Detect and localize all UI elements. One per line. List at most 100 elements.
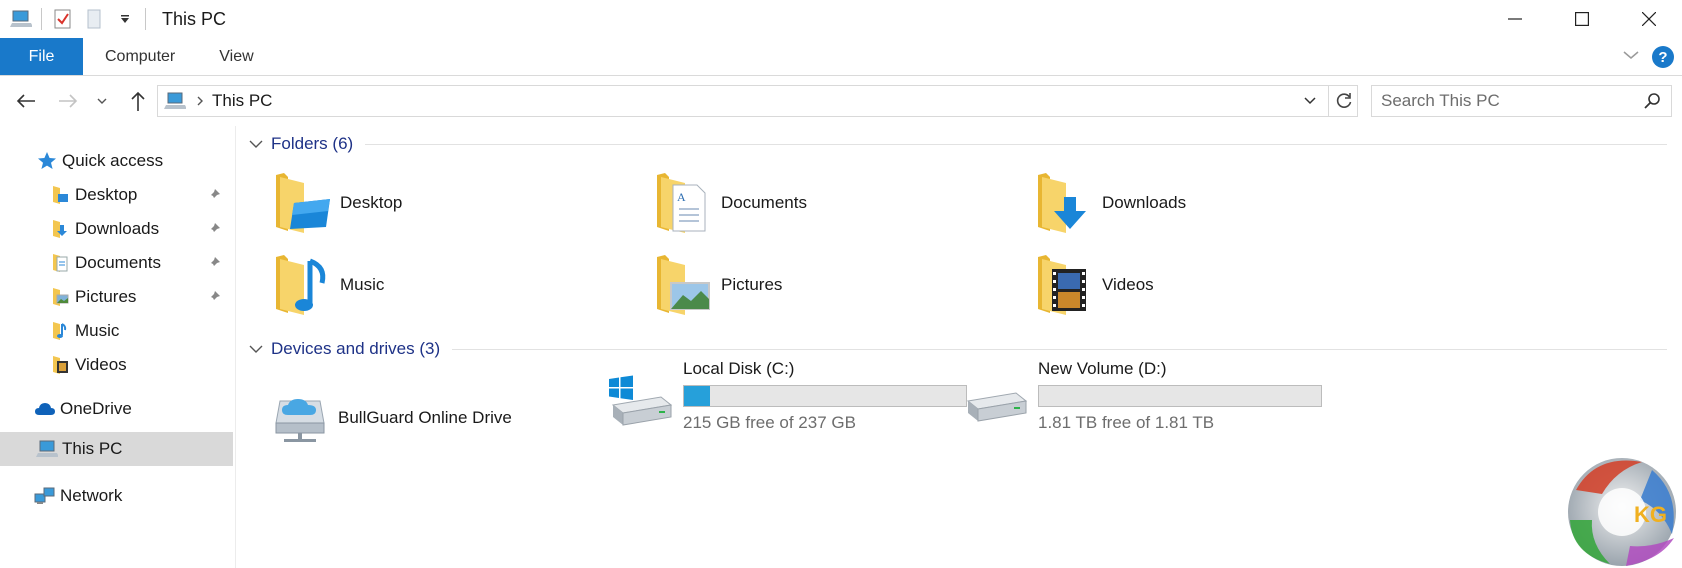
pictures-folder-icon [655,253,711,317]
drive-new-volume-d[interactable]: New Volume (D:) 1.81 TB free of 1.81 TB [962,359,1322,449]
customize-dropdown-icon[interactable] [114,8,136,30]
desktop-folder-icon [274,171,330,235]
drive-info: New Volume (D:) 1.81 TB free of 1.81 TB [1038,359,1322,433]
downloads-folder-icon [49,218,71,240]
pin-icon[interactable] [207,255,221,275]
toolbar-separator [145,8,146,30]
folder-pictures[interactable]: Pictures [655,250,782,320]
windows-drive-icon [607,375,673,439]
drive-bullguard[interactable]: BullGuard Online Drive [272,391,512,445]
tab-file[interactable]: File [0,38,83,75]
folder-label: Music [340,275,385,294]
nav-this-pc[interactable]: This PC [0,432,233,466]
nav-label: Music [75,321,120,340]
content-pane: Folders (6) Desktop A Documents Download… [237,126,1682,568]
close-button[interactable] [1615,0,1682,38]
expand-ribbon-button[interactable] [1622,48,1640,66]
nav-label: Downloads [75,219,160,238]
minimize-button[interactable] [1481,0,1548,38]
refresh-icon [1336,93,1351,108]
downloads-folder-icon [1036,171,1092,235]
ribbon-right-controls: ? [1622,38,1682,76]
search-box[interactable] [1371,85,1672,117]
documents-folder-icon [49,252,71,274]
up-button[interactable] [125,88,151,114]
folder-downloads[interactable]: Downloads [1036,168,1186,238]
search-input[interactable] [1381,91,1631,111]
address-row: This PC [0,76,1682,126]
nav-network[interactable]: Network [0,478,233,514]
chevron-right-icon[interactable] [196,95,204,107]
tab-view[interactable]: View [197,38,275,75]
back-button[interactable] [13,88,39,114]
folder-music[interactable]: Music [274,250,384,320]
nav-item-pictures[interactable]: Pictures [0,279,233,315]
chevron-down-icon [249,140,263,148]
nav-item-videos[interactable]: Videos [0,347,233,383]
close-icon [1641,12,1656,26]
drive-free-space: 1.81 TB free of 1.81 TB [1038,413,1215,432]
cloud-icon [34,398,56,420]
forward-button[interactable] [55,88,81,114]
drive-usage-bar [1038,385,1322,407]
group-title: Folders (6) [271,134,354,153]
drive-usage-fill [684,386,711,406]
svg-text:A: A [677,190,686,204]
address-path[interactable]: This PC [212,91,272,111]
pin-icon[interactable] [207,221,221,241]
drive-local-disk-c[interactable]: Local Disk (C:) 215 GB free of 237 GB [607,359,967,439]
quick-access-toolbar [0,0,156,38]
arrow-right-icon [59,94,78,108]
drive-label: New Volume (D:) [1038,359,1167,378]
nav-label: This PC [62,439,123,458]
hard-drive-icon [962,385,1028,449]
properties-checkmark-icon[interactable] [52,8,74,30]
folder-label: Downloads [1102,193,1187,212]
nav-item-music[interactable]: Music [0,313,233,349]
pin-icon[interactable] [207,289,221,309]
folder-documents[interactable]: A Documents [655,168,807,238]
chevron-down-icon [249,345,263,353]
new-folder-icon[interactable] [83,8,105,30]
videos-folder-icon [1036,253,1092,317]
nav-item-documents[interactable]: Documents [0,245,233,281]
folder-label: Videos [1102,275,1154,294]
maximize-button[interactable] [1548,0,1615,38]
address-history-button[interactable] [1303,96,1317,106]
group-header-folders[interactable]: Folders (6) [249,129,1667,159]
nav-label: Pictures [75,287,137,306]
drive-usage-bar [683,385,967,407]
music-folder-icon [274,253,330,317]
tab-computer[interactable]: Computer [83,38,197,75]
nav-quick-access[interactable]: Quick access [0,143,233,179]
nav-onedrive[interactable]: OneDrive [0,391,233,427]
arrow-left-icon [16,94,35,108]
watermark-text: KG [1634,502,1667,527]
help-button[interactable]: ? [1652,46,1674,68]
nav-label: Quick access [62,151,164,170]
search-icon[interactable] [1643,92,1661,115]
nav-label: Desktop [75,185,138,204]
group-divider [452,348,1667,350]
recent-locations-button[interactable] [94,88,110,114]
nav-item-downloads[interactable]: Downloads [0,211,233,247]
arrow-up-icon [131,91,145,111]
chevron-down-icon [97,98,107,104]
nav-label: Documents [75,253,161,272]
refresh-button[interactable] [1328,85,1358,117]
nav-item-desktop[interactable]: Desktop [0,177,233,213]
folder-label: Documents [721,193,807,212]
kg-watermark-logo: KG [1556,450,1682,568]
drive-info: Local Disk (C:) 215 GB free of 237 GB [683,359,967,433]
computer-icon[interactable] [10,8,32,30]
pin-icon[interactable] [207,187,221,207]
address-bar[interactable]: This PC [157,85,1358,117]
music-folder-icon [49,320,71,342]
toolbar-separator [41,8,42,30]
videos-folder-icon [49,354,71,376]
folder-desktop[interactable]: Desktop [274,168,402,238]
pictures-folder-icon [49,286,71,308]
help-icon: ? [1658,48,1668,66]
folder-videos[interactable]: Videos [1036,250,1154,320]
documents-folder-icon: A [655,171,711,235]
